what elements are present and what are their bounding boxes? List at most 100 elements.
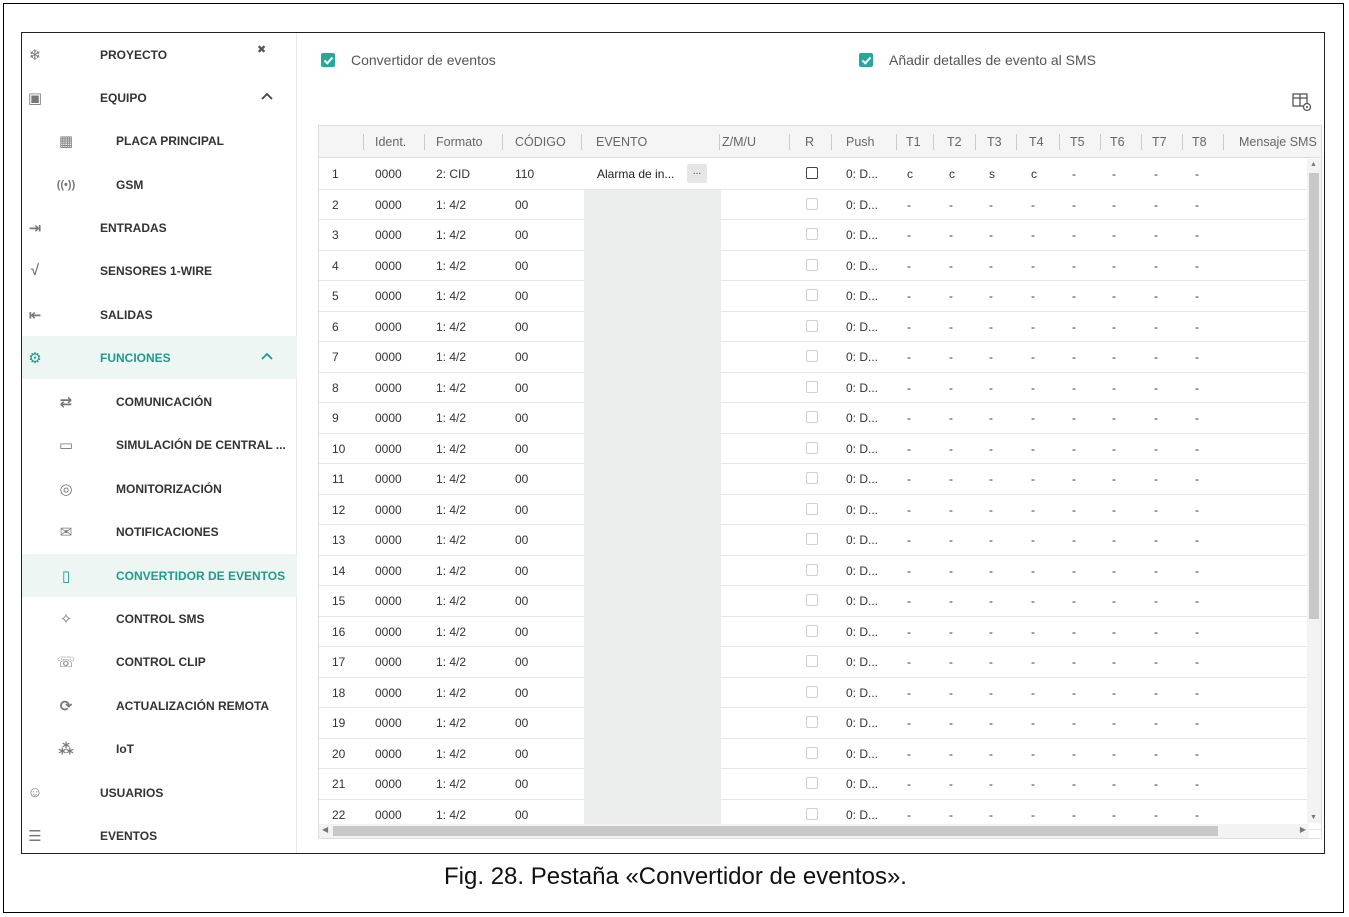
event-cell[interactable] [584, 586, 721, 617]
push-cell[interactable]: 0: D... [846, 464, 878, 494]
t3-cell[interactable]: - [989, 464, 993, 494]
code-cell[interactable]: 00 [515, 708, 528, 738]
event-cell[interactable] [584, 677, 721, 708]
t6-cell[interactable]: - [1112, 708, 1116, 738]
t1-cell[interactable]: - [907, 678, 911, 708]
column-header[interactable]: Mensaje SMS [1239, 126, 1317, 158]
code-cell[interactable]: 00 [515, 739, 528, 769]
t2-cell[interactable]: - [949, 190, 953, 220]
t1-cell[interactable]: - [907, 647, 911, 677]
t2-cell[interactable]: - [949, 617, 953, 647]
event-cell[interactable] [584, 525, 721, 556]
t8-cell[interactable]: - [1195, 464, 1199, 494]
table-row[interactable]: 9 0000 1: 4/2 00 0: D... - - - - - - - - [319, 403, 1321, 434]
code-cell[interactable]: 00 [515, 190, 528, 220]
t2-cell[interactable]: - [949, 251, 953, 281]
ident-cell[interactable]: 0000 [375, 312, 402, 342]
table-row[interactable]: 4 0000 1: 4/2 00 0: D... - - - - - - - - [319, 250, 1321, 281]
horizontal-scroll-thumb[interactable] [333, 826, 1218, 836]
t4-cell[interactable]: - [1031, 312, 1035, 342]
t6-cell[interactable]: - [1112, 769, 1116, 799]
t8-cell[interactable]: - [1195, 312, 1199, 342]
format-cell[interactable]: 1: 4/2 [436, 556, 466, 586]
t3-cell[interactable]: - [989, 190, 993, 220]
t3-cell[interactable]: - [989, 342, 993, 372]
t7-cell[interactable]: - [1154, 159, 1158, 189]
ident-cell[interactable]: 0000 [375, 769, 402, 799]
format-cell[interactable]: 1: 4/2 [436, 495, 466, 525]
r-checkbox[interactable] [806, 319, 818, 332]
row-number[interactable]: 15 [332, 586, 345, 616]
t3-cell[interactable]: - [989, 586, 993, 616]
push-cell[interactable]: 0: D... [846, 190, 878, 220]
column-header[interactable]: CÓDIGO [515, 126, 566, 158]
t7-cell[interactable]: - [1154, 769, 1158, 799]
t7-cell[interactable]: - [1154, 678, 1158, 708]
row-number[interactable]: 9 [332, 403, 339, 433]
ident-cell[interactable]: 0000 [375, 739, 402, 769]
r-checkbox[interactable] [806, 228, 818, 240]
column-separator[interactable] [502, 134, 503, 150]
format-cell[interactable]: 2: CID [436, 159, 470, 189]
column-header[interactable]: T7 [1152, 126, 1167, 158]
t7-cell[interactable]: - [1154, 464, 1158, 494]
code-cell[interactable]: 00 [515, 464, 528, 494]
push-cell[interactable]: 0: D... [846, 617, 878, 647]
t3-cell[interactable]: - [989, 769, 993, 799]
t6-cell[interactable]: - [1112, 647, 1116, 677]
table-row[interactable]: 2 0000 1: 4/2 00 0: D... - - - - - - - - [319, 189, 1321, 220]
t5-cell[interactable]: - [1072, 434, 1076, 464]
ident-cell[interactable]: 0000 [375, 434, 402, 464]
t6-cell[interactable]: - [1112, 739, 1116, 769]
t2-cell[interactable]: - [949, 403, 953, 433]
t2-cell[interactable]: - [949, 495, 953, 525]
t1-cell[interactable]: c [907, 159, 913, 189]
event-cell[interactable] [584, 250, 721, 281]
scroll-right-icon[interactable]: ▶ [1300, 825, 1306, 834]
r-checkbox[interactable] [806, 594, 818, 606]
column-header[interactable]: T5 [1070, 126, 1085, 158]
table-row[interactable]: 13 0000 1: 4/2 00 0: D... - - - - - - - - [319, 525, 1321, 556]
push-cell[interactable]: 0: D... [846, 739, 878, 769]
column-header[interactable]: T8 [1192, 126, 1207, 158]
r-checkbox[interactable] [806, 746, 818, 759]
t4-cell[interactable]: - [1031, 647, 1035, 677]
t7-cell[interactable]: - [1154, 647, 1158, 677]
t3-cell[interactable]: - [989, 525, 993, 555]
sms-details-checkbox[interactable]: Añadir detalles de evento al SMS [859, 52, 1096, 68]
ident-cell[interactable]: 0000 [375, 403, 402, 433]
t6-cell[interactable]: - [1112, 617, 1116, 647]
t8-cell[interactable]: - [1195, 739, 1199, 769]
t3-cell[interactable]: - [989, 708, 993, 738]
t2-cell[interactable]: - [949, 312, 953, 342]
r-checkbox[interactable] [806, 411, 818, 423]
table-row[interactable]: 1 0000 2: CID 110 Alarma de in...... 0: D... c… [319, 159, 1321, 190]
column-header[interactable]: Ident. [375, 126, 406, 158]
sidebar-item-actualización-remota[interactable]: ⟳ ACTUALIZACIÓN REMOTA [22, 684, 297, 727]
scroll-up-icon[interactable]: ▲ [1310, 161, 1317, 168]
code-cell[interactable]: 00 [515, 281, 528, 311]
event-cell[interactable] [584, 616, 721, 647]
column-header[interactable]: T6 [1110, 126, 1125, 158]
code-cell[interactable]: 110 [515, 159, 534, 189]
column-separator[interactable] [581, 134, 582, 150]
t5-cell[interactable]: - [1072, 281, 1076, 311]
t4-cell[interactable]: - [1031, 434, 1035, 464]
ident-cell[interactable]: 0000 [375, 251, 402, 281]
row-number[interactable]: 2 [332, 190, 339, 220]
code-cell[interactable]: 00 [515, 678, 528, 708]
sidebar-item-eventos[interactable]: ☰ EVENTOS [22, 814, 297, 853]
chevron-up-icon[interactable] [260, 89, 274, 103]
t6-cell[interactable]: - [1112, 312, 1116, 342]
table-row[interactable]: 20 0000 1: 4/2 00 0: D... - - - - - - - - [319, 738, 1321, 769]
r-checkbox[interactable] [806, 563, 818, 576]
row-number[interactable]: 19 [332, 708, 345, 738]
t7-cell[interactable]: - [1154, 617, 1158, 647]
t2-cell[interactable]: - [949, 220, 953, 250]
column-header[interactable]: T1 [906, 126, 921, 158]
column-separator[interactable] [1059, 134, 1060, 150]
push-cell[interactable]: 0: D... [846, 556, 878, 586]
r-checkbox[interactable] [806, 441, 818, 454]
event-select-button[interactable]: ... [687, 164, 707, 183]
event-cell[interactable] [584, 494, 721, 525]
